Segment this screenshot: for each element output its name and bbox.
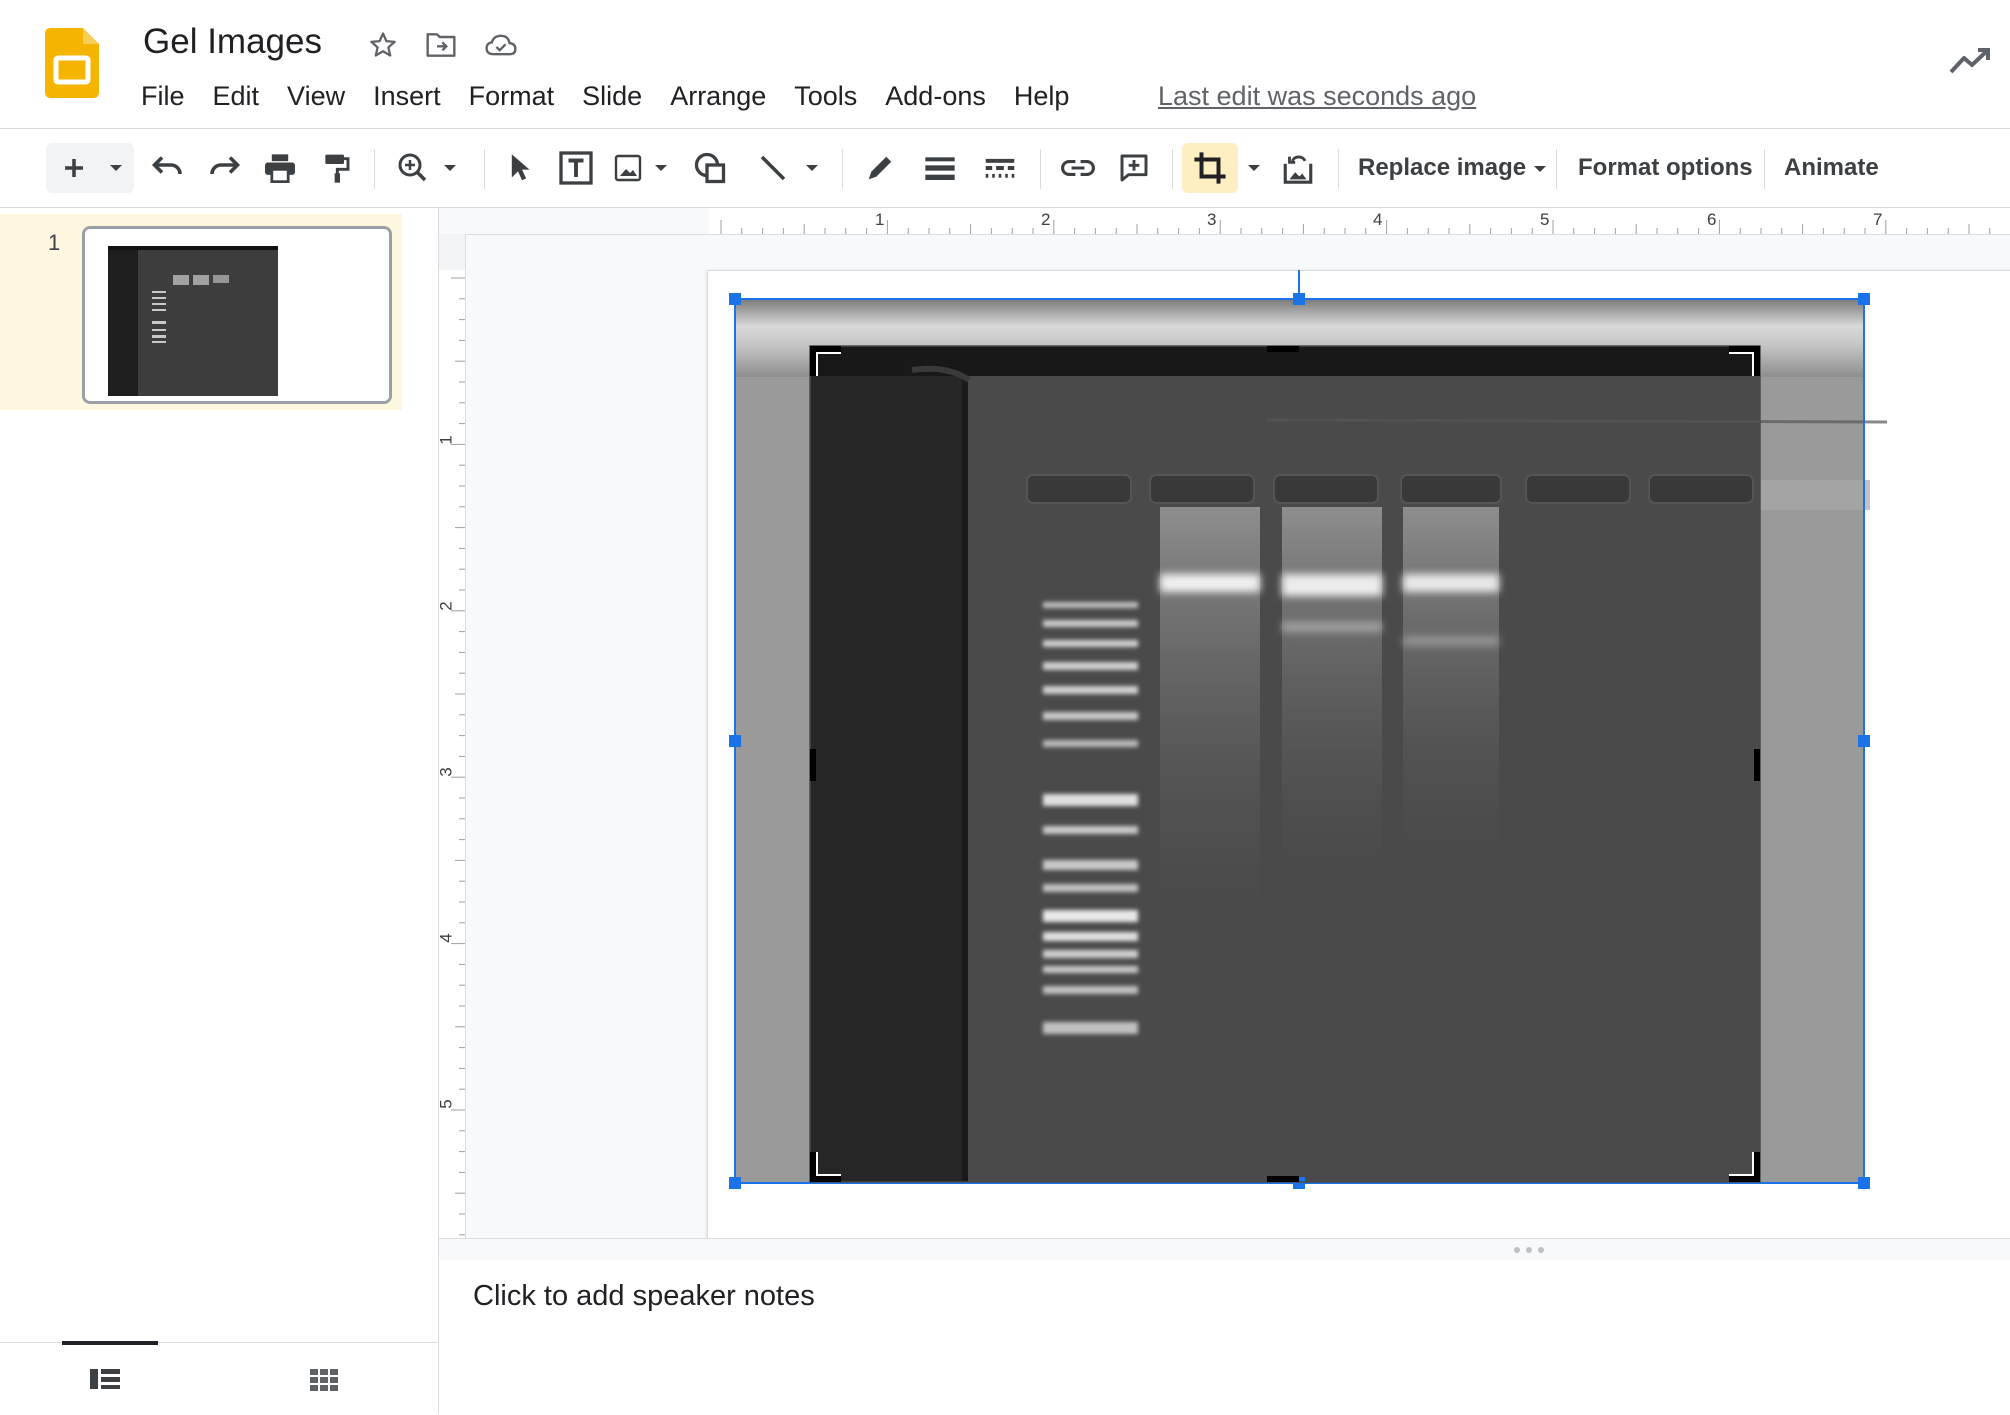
toolbar: Replace image Format options Animate [0,129,2010,208]
slide-thumbnail[interactable] [82,226,392,404]
ruler-label: 7 [1873,210,1883,229]
ruler-label: 5 [1540,210,1550,229]
toolbar-separator [842,149,843,189]
zoom-button[interactable] [388,143,468,193]
menu-format[interactable]: Format [455,76,569,116]
ruler-label: 2 [439,601,457,610]
reset-image-icon[interactable] [1276,143,1320,193]
toolbar-separator [1556,149,1557,189]
menu-edit[interactable]: Edit [199,76,274,116]
speaker-notes-placeholder[interactable]: Click to add speaker notes [473,1280,815,1313]
toolbar-separator [1172,149,1173,189]
print-icon[interactable] [258,143,302,193]
ruler-label: 1 [875,210,885,229]
slide-canvas[interactable] [707,270,2010,1238]
border-dash-icon[interactable] [978,143,1022,193]
format-options-button[interactable]: Format options [1578,143,1753,193]
ruler-label: 3 [1207,210,1217,229]
crop-icon[interactable] [1182,143,1238,193]
speaker-notes-panel[interactable]: Click to add speaker notes [439,1260,2010,1414]
app-header: Gel Images File Edit View Insert Format … [0,0,2010,129]
toolbar-separator [1040,149,1041,189]
replace-image-button[interactable]: Replace image [1358,143,1548,193]
toolbar-separator [1338,149,1339,189]
gel-image-in-crop-mode[interactable] [707,270,2010,1238]
ruler-label: 4 [1373,210,1383,229]
ruler-label: 3 [439,767,457,776]
border-weight-icon[interactable] [918,143,962,193]
ruler-label: 6 [1707,210,1717,229]
grid-view-icon[interactable] [310,1367,338,1391]
menu-view[interactable]: View [273,76,359,116]
redo-icon[interactable] [202,143,246,193]
menu-arrange[interactable]: Arrange [656,76,780,116]
menu-help[interactable]: Help [1000,76,1084,116]
ruler-label: 5 [439,1099,457,1108]
paint-format-icon[interactable] [314,143,358,193]
gel-thumbnail-image [85,229,389,401]
ruler-corner [439,208,709,235]
horizontal-ruler[interactable]: 1 2 3 4 5 6 7 [709,208,2010,235]
filmstrip-view-icon[interactable] [90,1367,120,1391]
chevron-down-icon [1534,165,1547,172]
insert-link-icon[interactable] [1056,143,1100,193]
menu-tools[interactable]: Tools [780,76,871,116]
shape-icon[interactable] [688,143,732,193]
star-icon[interactable] [366,28,400,62]
menu-bar: File Edit View Insert Format Slide Arran… [127,76,1083,116]
drag-handle-icon [1514,1247,1544,1253]
vertical-ruler[interactable]: 1 2 3 4 5 [439,234,466,1238]
line-button[interactable] [748,143,828,193]
menu-addons[interactable]: Add-ons [871,76,1000,116]
cloud-saved-icon[interactable] [484,28,518,62]
slides-logo-icon[interactable] [45,28,99,98]
ruler-label: 2 [1041,210,1051,229]
add-comment-icon[interactable] [1112,143,1156,193]
active-view-indicator [62,1341,158,1345]
border-color-icon[interactable] [858,143,902,193]
notes-resize-handle[interactable] [439,1238,2010,1262]
document-title[interactable]: Gel Images [143,20,322,64]
ruler-label: 1 [439,435,457,444]
new-slide-button[interactable] [46,143,134,193]
last-edit-link[interactable]: Last edit was seconds ago [1158,78,1476,114]
slide-filmstrip: 1 [0,208,439,1415]
select-cursor-icon[interactable] [498,143,542,193]
toolbar-separator [374,149,375,189]
text-box-icon[interactable] [554,143,598,193]
toolbar-separator [484,149,485,189]
toolbar-separator [1764,149,1765,189]
slide-number: 1 [48,230,61,255]
move-to-folder-icon[interactable] [424,28,458,62]
crop-mask-dropdown[interactable] [1240,143,1268,193]
activity-trend-icon[interactable] [1948,44,1994,78]
animate-button[interactable]: Animate [1784,143,1879,193]
ruler-label: 4 [439,933,457,942]
slide-editor: 1 2 3 4 5 6 7 1 2 3 4 5 [439,208,2010,1238]
filmstrip-view-toggle [0,1341,438,1415]
filmstrip-slide-1[interactable]: 1 [0,214,402,410]
menu-file[interactable]: File [127,76,199,116]
undo-icon[interactable] [146,143,190,193]
menu-slide[interactable]: Slide [568,76,656,116]
replace-image-label: Replace image [1358,154,1527,181]
menu-insert[interactable]: Insert [359,76,455,116]
insert-image-button[interactable] [610,143,672,193]
